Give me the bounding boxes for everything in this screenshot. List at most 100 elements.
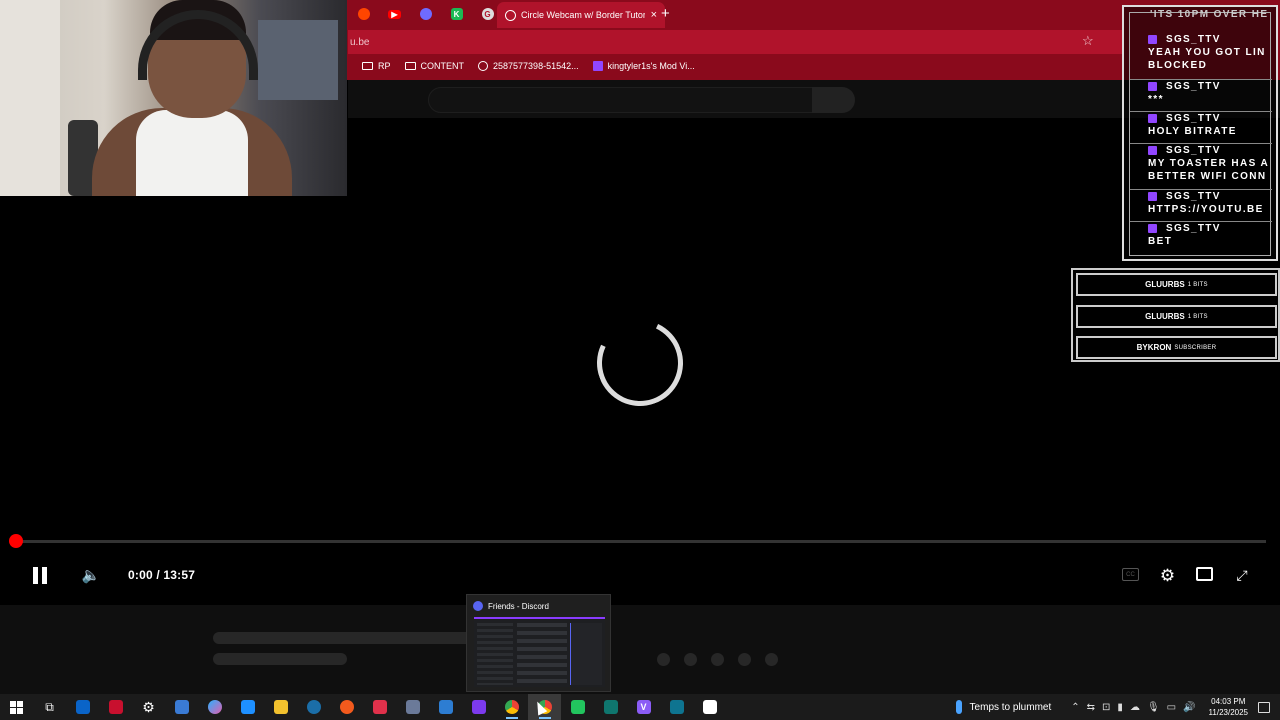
folder-icon xyxy=(273,700,288,714)
store-icon xyxy=(174,700,189,714)
chat-overlay: 'ITS 10PM OVER HE SGS_TTV YEAH YOU GOT L… xyxy=(1122,5,1278,261)
bookmark-label: kingtyler1s's Mod Vi... xyxy=(607,61,695,71)
google-icon: G xyxy=(481,8,494,20)
alert-item: BYKRON SUBSCRIBER xyxy=(1076,336,1277,359)
search-button[interactable] xyxy=(812,87,855,113)
tab-youtube[interactable]: ▶ xyxy=(379,0,410,28)
task-view-button[interactable]: ⧉ xyxy=(33,694,66,720)
notification-icon[interactable] xyxy=(1258,701,1270,713)
app-icon xyxy=(603,700,618,714)
taskbar-chrome[interactable] xyxy=(495,694,528,720)
chat-username: SGS_TTV xyxy=(1130,33,1272,46)
taskbar-steam[interactable] xyxy=(297,694,330,720)
new-tab-button[interactable]: + xyxy=(661,5,670,22)
chat-text: *** xyxy=(1148,94,1164,105)
gear-icon: ⚙ xyxy=(142,698,155,715)
taskbar-app-3[interactable] xyxy=(330,694,363,720)
app-icon: V xyxy=(636,700,651,714)
pause-button[interactable] xyxy=(30,564,50,586)
gear-icon: ⚙ xyxy=(1159,565,1176,585)
tab-pinned-3[interactable] xyxy=(410,0,441,28)
chat-frame: 'ITS 10PM OVER HE SGS_TTV YEAH YOU GOT L… xyxy=(1129,9,1272,256)
taskbar-app-12[interactable] xyxy=(693,694,726,720)
bookmark-content[interactable]: CONTENT xyxy=(404,61,464,71)
channel-skeleton xyxy=(213,653,347,665)
bookmark-star-icon[interactable]: ☆ xyxy=(1082,33,1094,49)
fullscreen-button[interactable]: ⤢ xyxy=(1232,566,1252,584)
bookmark-label: 2587577398-51542... xyxy=(493,61,579,71)
chat-text: BLOCKED xyxy=(1148,60,1208,71)
taskbar-app-9[interactable] xyxy=(594,694,627,720)
bookmark-whatsapp[interactable]: 2587577398-51542... xyxy=(478,61,579,71)
cloud-icon[interactable]: ☁ xyxy=(1130,702,1140,713)
taskbar-app-6[interactable] xyxy=(429,694,462,720)
chat-username: SGS_TTV xyxy=(1130,144,1272,157)
chat-text: MY TOASTER HAS A xyxy=(1148,158,1270,169)
time-display: 0:00 / 13:57 xyxy=(128,568,196,582)
speaker-icon: 🔈 xyxy=(81,567,101,584)
bookmark-twitch[interactable]: kingtyler1s's Mod Vi... xyxy=(592,61,695,71)
discord-window-preview[interactable]: Friends - Discord xyxy=(466,594,611,692)
taskbar-app-7[interactable] xyxy=(462,694,495,720)
taskbar-store[interactable] xyxy=(165,694,198,720)
title-skeleton xyxy=(213,632,483,644)
app-icon xyxy=(669,700,684,714)
taskbar-app-8[interactable] xyxy=(561,694,594,720)
chat-text: YEAH YOU GOT LIN xyxy=(1148,47,1266,58)
progress-bar[interactable] xyxy=(14,540,1266,543)
weather-widget[interactable]: Temps to plummet xyxy=(955,700,1051,714)
clock-date: 11/23/2025 xyxy=(1208,708,1248,717)
taskbar-app-2[interactable] xyxy=(99,694,132,720)
app-icon xyxy=(405,700,420,714)
theater-mode-button[interactable] xyxy=(1196,567,1213,581)
chat-text: BET xyxy=(1148,236,1173,247)
volume-button[interactable]: 🔈 xyxy=(80,565,102,585)
tab-active[interactable]: Circle Webcam w/ Border Tutorial × xyxy=(497,2,665,28)
preview-thumbnail[interactable] xyxy=(474,617,605,687)
thermometer-icon xyxy=(955,700,962,714)
url-text: u.be xyxy=(350,36,370,48)
scrubber-handle[interactable] xyxy=(9,534,23,548)
taskbar-app-1[interactable] xyxy=(66,694,99,720)
chat-username: SGS_TTV xyxy=(1130,112,1272,125)
chat-username: SGS_TTV xyxy=(1130,222,1272,235)
captions-button[interactable]: CC xyxy=(1122,568,1139,581)
tray-icon[interactable]: ⇆ xyxy=(1087,702,1095,713)
webcam-person-shirt xyxy=(136,110,248,196)
taskbar-app-5[interactable] xyxy=(396,694,429,720)
webcam-door xyxy=(0,0,60,196)
clock[interactable]: 04:03 PM 11/23/2025 xyxy=(1209,696,1248,718)
taskbar-explorer[interactable] xyxy=(264,694,297,720)
system-tray: Temps to plummet ⌃ ⇆ ⊡ ▮ ☁ 🎙 ▭ 🔊 04:03 P… xyxy=(955,694,1280,720)
start-button[interactable] xyxy=(0,694,33,720)
app-icon xyxy=(108,700,123,714)
taskbar-app-4[interactable] xyxy=(363,694,396,720)
address-bar[interactable]: u.be ☆ xyxy=(348,30,1124,54)
chevron-up-icon[interactable]: ⌃ xyxy=(1071,702,1079,713)
taskbar-copilot[interactable] xyxy=(198,694,231,720)
discord-icon xyxy=(473,601,483,611)
twitch-icon xyxy=(592,61,603,71)
taskbar-app-11[interactable] xyxy=(660,694,693,720)
tab-reddit[interactable] xyxy=(348,0,379,28)
volume-icon[interactable]: 🔊 xyxy=(1183,702,1195,713)
windows-icon xyxy=(10,700,23,714)
microphone-icon[interactable]: 🎙 xyxy=(1147,702,1160,713)
search-input[interactable] xyxy=(428,87,814,113)
video-info-skeleton xyxy=(0,605,1280,694)
usb-icon[interactable]: ▮ xyxy=(1117,702,1123,713)
tab-close-icon[interactable]: × xyxy=(651,9,657,21)
preview-title: Friends - Discord xyxy=(473,601,549,611)
taskbar-app-10[interactable]: V xyxy=(627,694,660,720)
network-icon[interactable]: ▭ xyxy=(1167,702,1176,713)
loading-spinner-icon xyxy=(584,307,696,419)
bookmark-rp[interactable]: RP xyxy=(362,61,391,71)
tab-pinned-4[interactable]: K xyxy=(441,0,472,28)
tray-icon[interactable]: ⊡ xyxy=(1102,702,1110,713)
taskbar-health[interactable] xyxy=(231,694,264,720)
chat-message: SGS_TTV HOLY BITRATE xyxy=(1130,111,1272,138)
settings-button[interactable]: ⚙ xyxy=(1157,565,1178,586)
kick-icon: K xyxy=(450,8,463,20)
taskbar-settings[interactable]: ⚙ xyxy=(132,694,165,720)
webcam-shelf xyxy=(258,20,338,100)
